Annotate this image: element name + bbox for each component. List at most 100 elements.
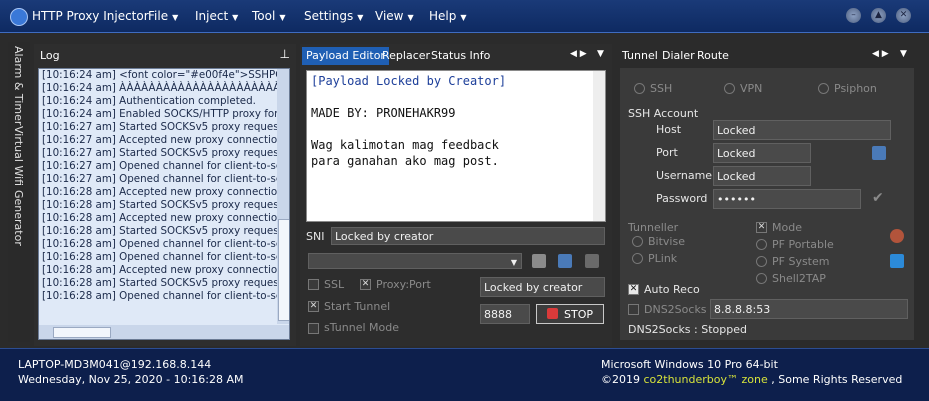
file-icon[interactable] [532, 254, 546, 268]
username-input[interactable]: Locked [713, 166, 811, 186]
os-info: Microsoft Windows 10 Pro 64-bit [601, 358, 778, 371]
tunnel-settings: SSH VPN Psiphon SSH Account Host Locked … [620, 68, 914, 340]
center-panel: Payload Editor Replacer Status Info ◀ ▶ … [300, 44, 612, 346]
log-line: [10:16:28 am] Accepted new proxy connect… [42, 264, 284, 276]
radio-shell2tap[interactable] [756, 273, 767, 284]
mode-checkbox[interactable]: ✕ [756, 222, 767, 233]
log-line: [10:16:28 am] Opened channel for client-… [42, 290, 287, 302]
tools-icon[interactable] [585, 254, 599, 268]
menu-settings[interactable]: Settings ▼ [304, 9, 363, 23]
port-input[interactable]: 8888 [480, 304, 530, 324]
dns-input[interactable]: 8.8.8.8:53 [710, 299, 908, 319]
side-tab-virtual-wifi[interactable]: Virtual Wifi [12, 126, 25, 186]
log-line: [10:16:24 am] ÀÀÀÀÀÀÀÀÀÀÀÀÀÀÀÀÀÀÀÀÀÀÀÀÀÀ [42, 82, 290, 94]
auto-reco-checkbox[interactable]: ✕ [628, 284, 639, 295]
mode-radio-psiphon[interactable] [818, 83, 829, 94]
sni-label: SNI [306, 230, 325, 243]
mode-label-vpn: VPN [740, 82, 763, 95]
side-tab-generator[interactable]: Generator [12, 190, 25, 246]
ssh-port-input[interactable]: Locked [713, 143, 811, 163]
log-textbox[interactable]: [10:16:24 am] <font color="#e00f4e">SSHP… [38, 68, 290, 340]
ssl-checkbox[interactable] [308, 279, 319, 290]
dns-status-text: DNS2Socks : Stopped [628, 323, 747, 336]
log-line: [10:16:28 am] Opened channel for client-… [42, 251, 287, 263]
tab-menu-chevron-icon[interactable]: ▼ [597, 49, 604, 59]
side-tab-alarm-timer[interactable]: Alarm & Timer [12, 46, 25, 125]
username-label: Username [656, 169, 713, 182]
log-line: [10:16:24 am] Authentication completed. [42, 95, 256, 107]
log-line: [10:16:28 am] Opened channel for client-… [42, 238, 287, 250]
chevron-down-icon: ▼ [232, 13, 239, 22]
close-button[interactable]: ✕ [896, 8, 911, 23]
tab-replacer[interactable]: Replacer [378, 47, 434, 65]
log-line: [10:16:27 am] Accepted new proxy connect… [42, 134, 284, 146]
log-header: Log ⊥ [34, 44, 296, 66]
side-tab-strip: Alarm & Timer Virtual Wifi Generator [8, 42, 30, 342]
start-tunnel-checkbox[interactable]: ✕ [308, 301, 319, 312]
payload-select[interactable]: ▼ [308, 253, 522, 269]
title-bar: HTTP Proxy Injector File ▼ Inject ▼ Tool ▼ … [0, 0, 929, 33]
chevron-down-icon: ▼ [460, 13, 467, 22]
tab-menu-chevron-icon[interactable]: ▼ [900, 49, 907, 59]
tab-nav-arrows[interactable]: ◀ ▶ [570, 49, 587, 59]
payload-line: para ganahan ako mag post. [311, 154, 499, 168]
payload-line: MADE BY: PRONEHAKR99 [311, 106, 456, 120]
mode-label-psiphon: Psiphon [834, 82, 877, 95]
chevron-down-icon: ▼ [510, 258, 517, 267]
log-line: [10:16:27 am] Started SOCKSv5 proxy requ… [42, 121, 283, 133]
radio-pf-system[interactable] [756, 256, 767, 267]
tab-nav-arrows[interactable]: ◀ ▶ [872, 49, 889, 59]
ssh-account-label: SSH Account [628, 107, 699, 120]
tunneller-radio-bitvise[interactable] [632, 236, 643, 247]
mode-radio-vpn[interactable] [724, 83, 735, 94]
tunneller-label: Tunneller [628, 221, 679, 234]
stunnel-label: sTunnel Mode [324, 321, 399, 334]
menu-view[interactable]: View ▼ [375, 9, 414, 23]
save-icon[interactable] [872, 146, 886, 160]
chevron-down-icon: ▼ [357, 13, 364, 22]
scroll-thumb[interactable] [278, 219, 289, 321]
sni-input[interactable]: Locked by creator [331, 227, 605, 245]
password-input[interactable]: •••••• [713, 189, 861, 209]
menu-tool[interactable]: Tool ▼ [252, 9, 285, 23]
tab-route[interactable]: Route [693, 47, 733, 65]
stop-button[interactable]: STOP [536, 304, 604, 324]
log-line: [10:16:24 am] <font color="#e00f4e">SSHP… [42, 69, 290, 81]
radio-pf-portable[interactable] [756, 239, 767, 250]
bitvise-label: Bitvise [648, 235, 685, 248]
start-tunnel-label: Start Tunnel [324, 300, 391, 313]
log-lines: [10:16:24 am] <font color="#e00f4e">SSHP… [39, 69, 289, 303]
pin-icon[interactable]: ⊥ [280, 47, 290, 61]
tab-payload-editor[interactable]: Payload Editor [302, 47, 389, 65]
menu-file[interactable]: File ▼ [148, 9, 178, 23]
editor-scrollbar[interactable] [593, 71, 605, 221]
log-line: [10:16:28 am] Accepted new proxy connect… [42, 212, 284, 224]
log-vertical-scrollbar[interactable] [277, 69, 289, 324]
payload-editor[interactable]: [Payload Locked by Creator] MADE BY: PRO… [306, 70, 606, 222]
tunneller-radio-plink[interactable] [632, 253, 643, 264]
scroll-thumb[interactable] [53, 327, 111, 338]
stunnel-checkbox[interactable] [308, 323, 319, 334]
dns2socks-checkbox[interactable] [628, 304, 639, 315]
log-horizontal-scrollbar[interactable] [39, 325, 289, 339]
save-icon[interactable] [558, 254, 572, 268]
refresh-icon[interactable] [890, 254, 904, 268]
menu-help[interactable]: Help ▼ [429, 9, 467, 23]
brand-name: co2thunderboy™ zone [643, 373, 768, 386]
mode-radio-ssh[interactable] [634, 83, 645, 94]
tab-tunnel[interactable]: Tunnel [618, 47, 662, 65]
password-label: Password [656, 192, 708, 205]
minimize-button[interactable]: – [846, 8, 861, 23]
maximize-button[interactable]: ▲ [871, 8, 886, 23]
pf-portable-label: PF Portable [772, 238, 834, 251]
log-line: [10:16:28 am] Started SOCKSv5 proxy requ… [42, 277, 283, 289]
proxy-port-checkbox[interactable]: ✕ [360, 279, 371, 290]
host-input[interactable]: Locked [713, 120, 891, 140]
ssl-label: SSL [324, 278, 345, 291]
tab-status-info[interactable]: Status Info [427, 47, 494, 65]
proxy-input[interactable]: Locked by creator [480, 277, 605, 297]
log-line: [10:16:27 am] Opened channel for client-… [42, 160, 287, 172]
menu-inject[interactable]: Inject ▼ [195, 9, 238, 23]
settings-icon[interactable] [890, 229, 904, 243]
host-label: Host [656, 123, 682, 136]
